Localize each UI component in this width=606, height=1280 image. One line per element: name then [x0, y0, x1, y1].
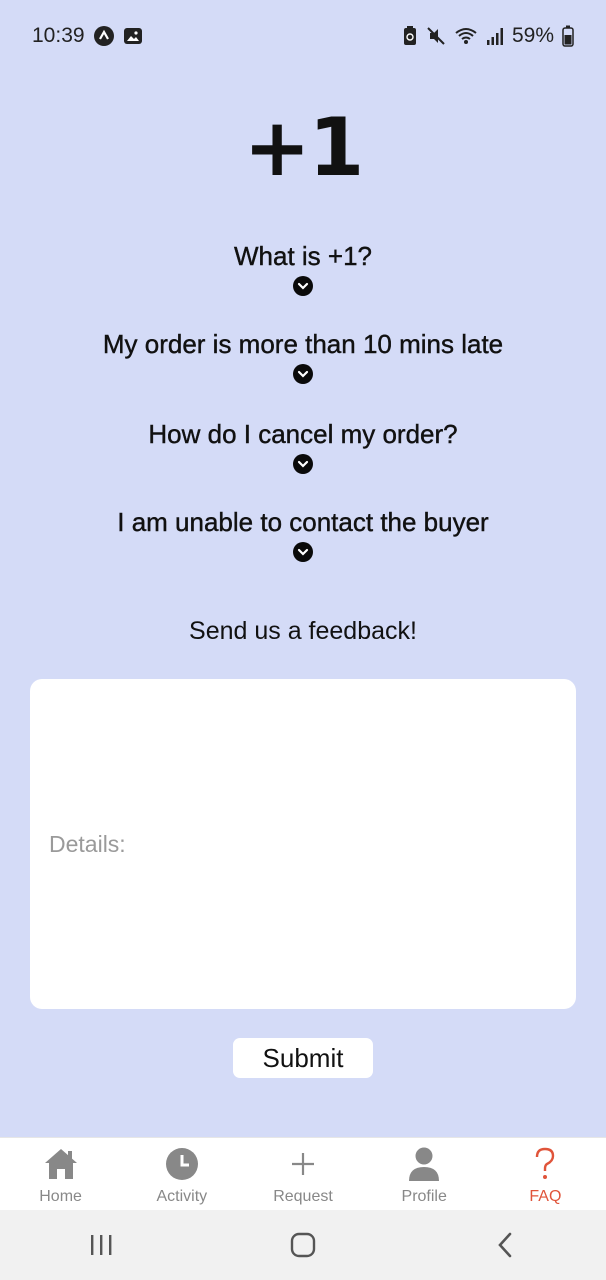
person-icon	[406, 1146, 442, 1182]
faq-item-cancel-order[interactable]: How do I cancel my order?	[0, 418, 606, 474]
tab-label: Request	[273, 1188, 333, 1205]
home-icon	[43, 1146, 79, 1182]
faq-item-order-late[interactable]: My order is more than 10 mins late	[0, 328, 606, 384]
plus-icon	[285, 1146, 321, 1182]
signal-icon	[486, 26, 504, 46]
feedback-title: Send us a feedback!	[189, 617, 417, 645]
recent-apps-icon[interactable]	[71, 1225, 131, 1265]
tab-request[interactable]: Request	[242, 1138, 363, 1210]
faq-question[interactable]: How do I cancel my order?	[0, 418, 606, 450]
app-notification-icon	[93, 25, 115, 47]
faq-question[interactable]: My order is more than 10 mins late	[0, 328, 606, 360]
chevron-down-icon[interactable]	[293, 454, 313, 474]
details-input[interactable]: Details:	[30, 679, 576, 1009]
faq-item-what-is[interactable]: What is +1?	[0, 240, 606, 296]
page-title: +1	[243, 101, 365, 194]
details-placeholder: Details:	[49, 830, 126, 857]
tab-label: Activity	[156, 1188, 208, 1205]
tab-home[interactable]: Home	[0, 1138, 121, 1210]
system-nav-bar	[0, 1210, 606, 1280]
wifi-icon	[454, 26, 478, 46]
faq-question[interactable]: I am unable to contact the buyer	[0, 506, 606, 538]
chevron-down-icon[interactable]	[293, 542, 313, 562]
submit-button[interactable]: Submit	[233, 1038, 373, 1078]
image-icon	[123, 26, 143, 46]
tab-bar: Home Activity Request Profile FAQ	[0, 1137, 606, 1210]
faq-item-contact-buyer[interactable]: I am unable to contact the buyer	[0, 506, 606, 562]
tab-activity[interactable]: Activity	[121, 1138, 242, 1210]
tab-faq[interactable]: FAQ	[485, 1138, 606, 1210]
battery-saver-icon	[402, 25, 418, 47]
status-time: 10:39	[32, 24, 85, 47]
tab-profile[interactable]: Profile	[364, 1138, 485, 1210]
status-right: 59%	[402, 24, 574, 48]
mute-icon	[426, 26, 446, 46]
clock-icon	[164, 1146, 200, 1182]
question-icon	[527, 1146, 563, 1182]
tab-label: FAQ	[529, 1188, 562, 1205]
tab-label: Home	[39, 1188, 82, 1205]
faq-question[interactable]: What is +1?	[0, 240, 606, 272]
battery-icon	[562, 25, 574, 47]
home-nav-icon[interactable]	[273, 1225, 333, 1265]
chevron-down-icon[interactable]	[293, 276, 313, 296]
back-icon[interactable]	[475, 1225, 535, 1265]
chevron-down-icon[interactable]	[293, 364, 313, 384]
status-bar: 10:39 59%	[0, 0, 606, 72]
status-left: 10:39	[32, 24, 143, 48]
battery-percent: 59%	[511, 24, 554, 47]
tab-label: Profile	[401, 1188, 447, 1205]
